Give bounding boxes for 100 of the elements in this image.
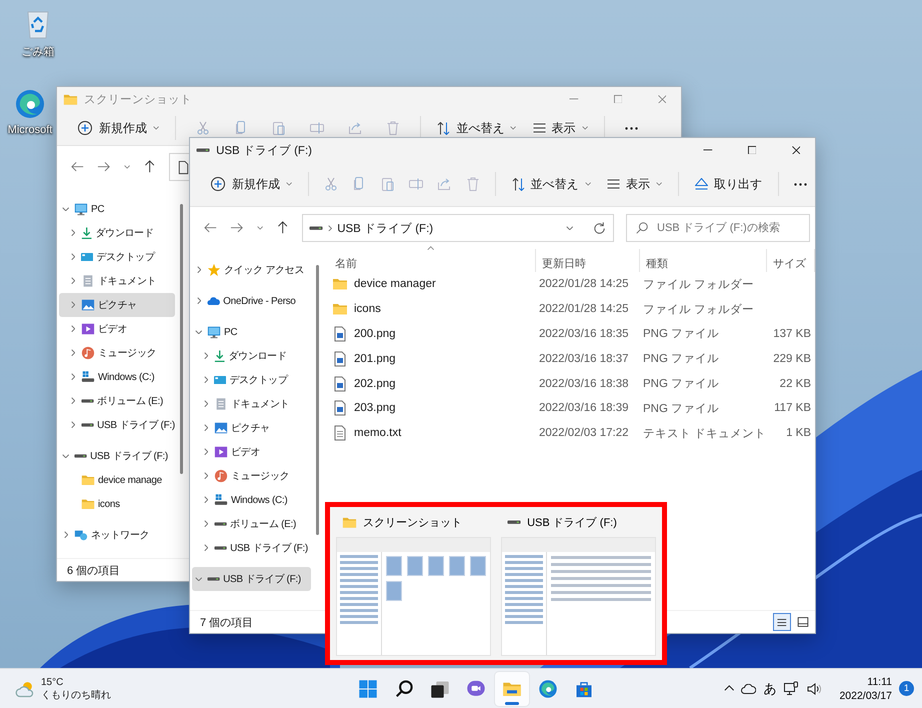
address-bar[interactable]: USB ドライブ (F:) [302, 214, 614, 242]
close-icon [658, 94, 666, 104]
view-icon [606, 179, 620, 189]
nav-item[interactable]: USB ドライブ (F:) [192, 567, 311, 591]
monitor-icon [74, 202, 88, 216]
caret-icon [153, 126, 160, 130]
back-arrow-icon[interactable] [204, 223, 218, 233]
type-cell-text: PNG ファイル [642, 377, 720, 392]
chevron-icon[interactable] [204, 520, 208, 528]
nav-item[interactable]: PC [192, 320, 311, 344]
item-count: 6 個の項目 [67, 564, 120, 578]
task-view-icon [430, 678, 450, 698]
nav-item[interactable]: ミュージック [192, 464, 311, 488]
file-name[interactable]: 203.png [354, 402, 396, 414]
chevron-icon[interactable] [204, 400, 208, 408]
file-name[interactable]: icons [354, 303, 381, 316]
sort-icon [437, 122, 450, 134]
nav-item[interactable]: クイック アクセス [192, 258, 311, 282]
folder-icon [81, 497, 95, 511]
chevron-icon[interactable] [195, 330, 203, 334]
path-segment[interactable]: USB ドライブ (F:) [337, 220, 434, 236]
search-field[interactable]: USB ドライブ (F:)の検索 [626, 214, 810, 242]
date-cell-text: 2022/01/28 14:25 [538, 303, 630, 316]
nav-item[interactable]: ビデオ [192, 440, 311, 464]
file-name[interactable]: memo.txt [354, 427, 402, 440]
caret-icon [582, 126, 588, 130]
drive-icon [214, 522, 228, 526]
file-name[interactable]: 201.png [354, 352, 396, 365]
view-button[interactable]: 表示 [598, 174, 670, 194]
weather-widget[interactable]: 15°C くもりのち晴れ [0, 676, 185, 702]
window-thumbnail-drawing[interactable] [336, 537, 491, 656]
up-arrow-icon[interactable] [278, 221, 288, 235]
chevron-icon[interactable] [204, 472, 208, 480]
caret-icon [286, 182, 292, 186]
caret-icon [510, 126, 516, 130]
view-icon [532, 123, 546, 133]
drive-icon [214, 493, 228, 507]
speaker-icon[interactable] [806, 680, 822, 696]
new-button[interactable]: 新規作成 [202, 174, 300, 194]
chevron-icon[interactable] [204, 352, 208, 360]
window-thumbnail-drawing[interactable] [501, 537, 656, 656]
text-file-icon [332, 425, 348, 442]
eject-button[interactable]: 取り出す [686, 174, 770, 194]
column-header[interactable]: サイズ [767, 249, 815, 272]
caret-icon[interactable] [256, 226, 264, 230]
picture-icon [214, 421, 228, 435]
caret-icon [584, 182, 591, 186]
date-cell-text: 2022/03/16 18:38 [538, 378, 630, 390]
scrollbar[interactable] [316, 265, 319, 535]
network-icon[interactable] [783, 680, 800, 696]
tiles-view-icon[interactable] [796, 615, 810, 629]
search-icon [635, 221, 649, 235]
nav-item[interactable]: ダウンロード [192, 344, 311, 368]
download-icon [81, 227, 92, 239]
cloud-icon[interactable] [741, 684, 756, 694]
preview-title[interactable]: スクリーンショット [363, 514, 462, 530]
chevron-icon[interactable] [204, 424, 208, 432]
column-header[interactable]: 名前 [329, 249, 536, 272]
chevron-icon[interactable] [204, 376, 208, 384]
minimize-icon [703, 149, 713, 151]
chevron-icon[interactable] [196, 297, 202, 305]
chevron-icon[interactable] [196, 266, 202, 274]
sort-button[interactable]: 並べ替え [504, 174, 599, 194]
ime-indicator[interactable]: あ [763, 680, 776, 698]
caret-icon[interactable] [566, 226, 573, 230]
date-cell-text: 2022/03/16 18:35 [538, 328, 630, 340]
desktop-icon [81, 252, 94, 262]
chevron-icon[interactable] [204, 496, 208, 504]
network-icon [74, 528, 88, 542]
nav-item[interactable]: デスクトップ [192, 368, 311, 392]
date-cell-text: 2022/03/16 18:39 [538, 402, 630, 414]
notification-badge[interactable]: 1 [899, 681, 914, 696]
file-name[interactable]: device manager [354, 278, 436, 290]
more-icon[interactable] [794, 182, 808, 186]
file-name[interactable]: 202.png [354, 378, 396, 390]
details-view-icon[interactable] [777, 618, 787, 626]
drive-icon [309, 226, 324, 230]
refresh-icon[interactable] [592, 220, 607, 236]
clipboard-icon[interactable] [380, 176, 396, 192]
file-name[interactable]: 200.png [354, 328, 396, 340]
nav-item[interactable]: ピクチャ [192, 416, 311, 440]
nav-item[interactable]: Windows (C:) [192, 488, 311, 512]
nav-item[interactable]: ドキュメント [192, 392, 311, 416]
nav-item[interactable]: USB ドライブ (F:) [192, 536, 311, 560]
chevron-icon[interactable] [195, 576, 203, 582]
chevron-up-icon[interactable] [724, 685, 734, 692]
maximize-icon [748, 146, 756, 154]
preview-title[interactable]: USB ドライブ (F:) [527, 514, 617, 530]
nav-item[interactable]: OneDrive - Perso [192, 289, 311, 313]
chevron-icon[interactable] [204, 544, 208, 552]
nav-item[interactable]: ボリューム (E:) [192, 512, 311, 536]
sort-icon [512, 178, 525, 190]
clock[interactable]: 11:11 2022/03/17 [839, 674, 892, 702]
chevron-icon[interactable] [204, 448, 208, 456]
cloud-icon [207, 296, 220, 306]
eject-icon [694, 178, 708, 190]
chat-icon [466, 678, 486, 698]
forward-arrow-icon[interactable] [230, 223, 244, 233]
column-header[interactable]: 種類 [640, 249, 767, 272]
column-header[interactable]: 更新日時 [536, 249, 640, 272]
